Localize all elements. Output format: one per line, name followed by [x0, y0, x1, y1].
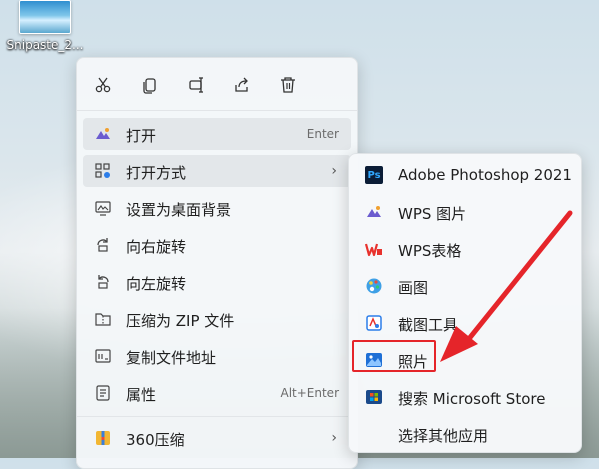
menu-item-rotate-left[interactable]: 向左旋转: [83, 266, 351, 298]
wallpaper-icon: [94, 199, 112, 217]
copy-button[interactable]: [135, 70, 165, 100]
submenu-item-label: 画图: [398, 279, 429, 297]
desktop-file-label: Snipaste_2...: [6, 38, 84, 52]
shortcut-label: Alt+Enter: [280, 386, 339, 400]
zip-icon: [94, 310, 112, 328]
submenu-item-wps-sheet[interactable]: WPS表格: [355, 232, 575, 266]
cut-button[interactable]: [88, 70, 118, 100]
360-zip-icon: [94, 429, 112, 447]
menu-divider: [77, 416, 357, 417]
submenu-item-label: 选择其他应用: [398, 427, 489, 445]
store-icon: [365, 388, 383, 406]
share-button[interactable]: [227, 70, 257, 100]
submenu-item-label: 搜索 Microsoft Store: [398, 390, 546, 408]
share-icon: [235, 77, 248, 92]
chevron-right-icon: ›: [331, 163, 337, 179]
shortcut-label: Enter: [306, 127, 339, 141]
chevron-right-icon: ›: [331, 430, 337, 446]
menu-item-label: 打开方式: [126, 164, 187, 182]
menu-item-copy-path[interactable]: 复制文件地址: [83, 340, 351, 372]
submenu-item-choose-other[interactable]: 选择其他应用: [355, 417, 575, 451]
photoshop-icon: Ps: [365, 166, 383, 184]
submenu-item-photoshop[interactable]: Ps Adobe Photoshop 2021: [355, 158, 575, 192]
submenu-item-label: 截图工具: [398, 316, 459, 334]
delete-icon: [281, 77, 295, 93]
menu-item-compress-zip[interactable]: 压缩为 ZIP 文件: [83, 303, 351, 335]
menu-item-label: 设置为桌面背景: [126, 201, 232, 219]
context-toolbar: [77, 58, 357, 110]
submenu-item-wps-picture[interactable]: WPS 图片: [355, 195, 575, 229]
menu-item-label: 复制文件地址: [126, 349, 217, 367]
delete-button[interactable]: [273, 70, 303, 100]
menu-item-360-zip[interactable]: 360压缩 ›: [83, 422, 351, 454]
rotate-right-icon: [94, 236, 112, 254]
open-with-icon: [94, 162, 112, 180]
copy-icon: [143, 78, 156, 94]
copy-path-icon: [94, 347, 112, 365]
photos-icon: [94, 125, 112, 143]
wps-picture-icon: [365, 203, 383, 221]
rotate-left-icon: [94, 273, 112, 291]
snipping-tool-icon: [365, 314, 383, 332]
paint-icon: [365, 277, 383, 295]
submenu-item-paint[interactable]: 画图: [355, 269, 575, 303]
menu-item-label: 向右旋转: [126, 238, 187, 256]
open-with-submenu: Ps Adobe Photoshop 2021 WPS 图片 WPS表格 画图 …: [348, 153, 582, 453]
menu-item-open-with[interactable]: 打开方式 ›: [83, 155, 351, 187]
menu-item-label: 压缩为 ZIP 文件: [126, 312, 235, 330]
menu-item-open[interactable]: 打开 Enter: [83, 118, 351, 150]
image-thumbnail-icon: [19, 0, 71, 34]
submenu-item-label: WPS表格: [398, 242, 462, 260]
rename-icon: [189, 77, 203, 93]
menu-item-label: 属性: [126, 386, 157, 404]
context-menu: 打开 Enter 打开方式 › 设置为桌面背景 向右旋转 向左旋转 压缩为 ZI…: [76, 57, 358, 469]
menu-item-properties[interactable]: 属性 Alt+Enter: [83, 377, 351, 409]
menu-item-set-wallpaper[interactable]: 设置为桌面背景: [83, 192, 351, 224]
properties-icon: [94, 384, 112, 402]
menu-item-label: 向左旋转: [126, 275, 187, 293]
submenu-item-label: WPS 图片: [398, 205, 467, 223]
submenu-item-snipping-tool[interactable]: 截图工具: [355, 306, 575, 340]
desktop-file-icon[interactable]: Snipaste_2...: [2, 0, 88, 52]
rename-button[interactable]: [182, 70, 212, 100]
highlight-box: [352, 340, 436, 372]
submenu-item-label: Adobe Photoshop 2021: [398, 166, 572, 184]
menu-item-label: 打开: [126, 127, 157, 145]
toolbar-divider: [77, 110, 357, 111]
submenu-item-store[interactable]: 搜索 Microsoft Store: [355, 380, 575, 414]
menu-item-rotate-right[interactable]: 向右旋转: [83, 229, 351, 261]
wps-sheet-icon: [365, 240, 383, 258]
menu-item-label: 360压缩: [126, 431, 185, 449]
cut-icon: [95, 77, 111, 93]
